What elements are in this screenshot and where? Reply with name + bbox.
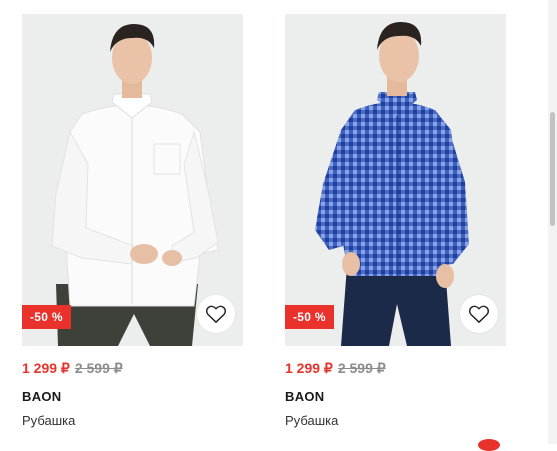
heart-icon <box>206 305 226 323</box>
product-category[interactable]: Рубашка <box>285 413 506 428</box>
favorite-button[interactable] <box>460 295 498 333</box>
product-image[interactable]: -50 % <box>285 14 506 346</box>
heart-icon <box>469 305 489 323</box>
price-old: 2 599 ₽ <box>74 360 123 376</box>
product-card[interactable]: -50 % 1 299 ₽ 2 599 ₽ BAON Рубашка <box>285 14 506 428</box>
page-scrollbar[interactable] <box>548 0 557 444</box>
chat-widget-button[interactable] <box>478 439 500 451</box>
favorite-button[interactable] <box>197 295 235 333</box>
price-current: 1 299 ₽ <box>22 360 70 376</box>
discount-badge: -50 % <box>285 305 334 329</box>
product-card[interactable]: -50 % 1 299 ₽ 2 599 ₽ BAON Рубашка <box>22 14 243 428</box>
product-brand[interactable]: BAON <box>22 389 243 404</box>
discount-badge: -50 % <box>22 305 71 329</box>
price-old: 2 599 ₽ <box>337 360 386 376</box>
product-image[interactable]: -50 % <box>22 14 243 346</box>
product-brand[interactable]: BAON <box>285 389 506 404</box>
price-row: 1 299 ₽ 2 599 ₽ <box>22 360 243 380</box>
price-current: 1 299 ₽ <box>285 360 333 376</box>
scrollbar-thumb[interactable] <box>550 112 555 226</box>
product-category[interactable]: Рубашка <box>22 413 243 428</box>
price-row: 1 299 ₽ 2 599 ₽ <box>285 360 506 380</box>
